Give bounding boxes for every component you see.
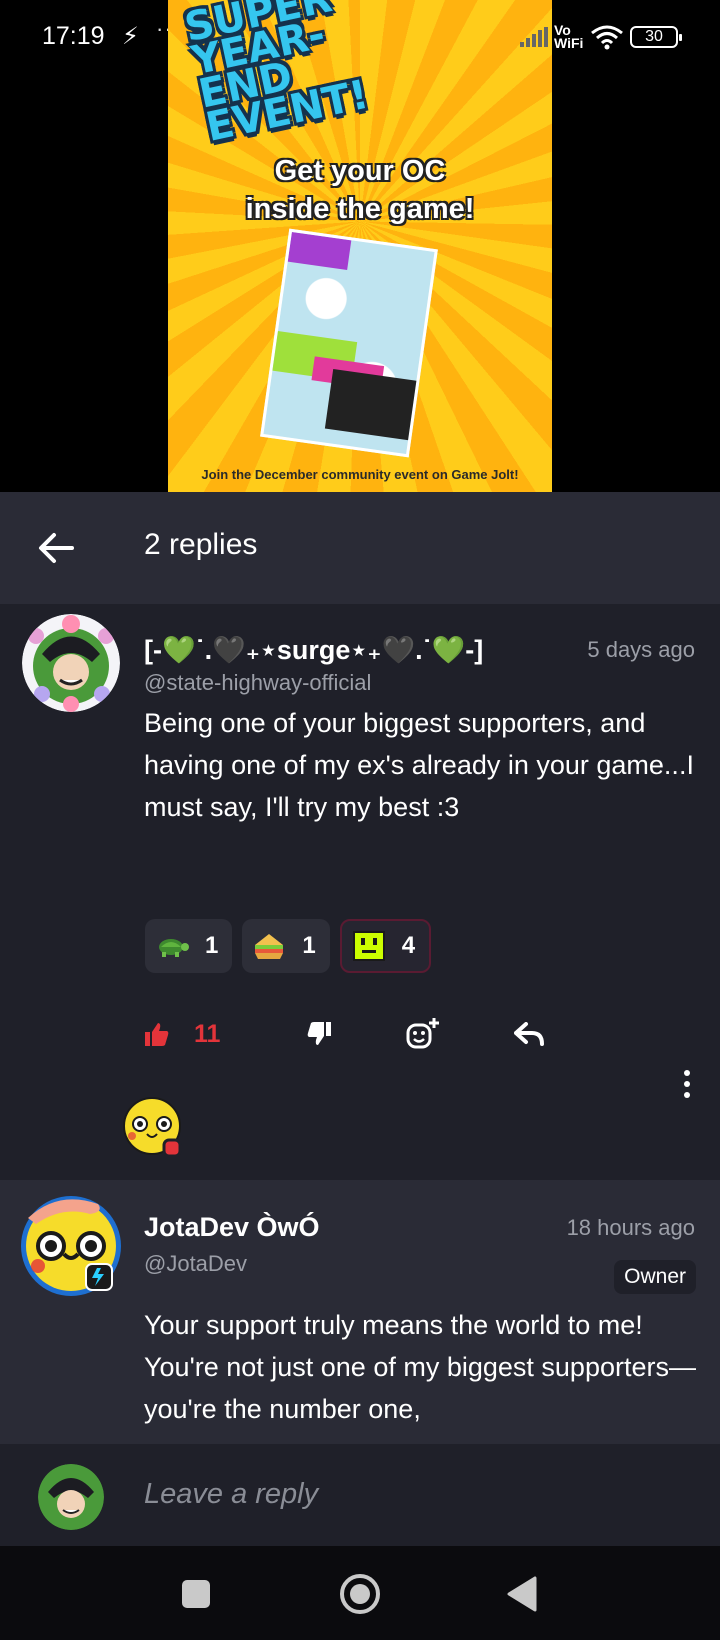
more-dot <box>684 1081 690 1087</box>
reactions-row: 1 1 4 <box>145 919 432 973</box>
banner-subtitle-line1: Get your OC <box>274 155 446 187</box>
thumbs-down-icon <box>307 1022 331 1045</box>
reply-input[interactable] <box>144 1472 684 1516</box>
event-banner-image[interactable]: SUPER YEAR-END EVENT! Get your OC inside… <box>168 0 552 492</box>
reply-time: 18 hours ago <box>566 1215 695 1240</box>
comment-time: 5 days ago <box>587 637 695 662</box>
reply-arrow-icon <box>514 1022 544 1046</box>
status-indicators: Vo WiFi 30 <box>520 20 682 54</box>
dislike-button[interactable] <box>306 1009 332 1059</box>
reply-author-avatar[interactable] <box>18 1190 124 1296</box>
banner-footer: Join the December community event on Gam… <box>201 467 519 482</box>
owner-badge: Owner <box>614 1260 696 1294</box>
current-user-avatar[interactable] <box>38 1464 104 1530</box>
vowifi-label: Vo WiFi <box>554 22 584 51</box>
commenter-avatar[interactable] <box>22 614 120 712</box>
reply-button[interactable] <box>514 1009 544 1059</box>
sandwich-icon <box>252 931 286 961</box>
like-button[interactable]: 11 <box>144 1009 220 1059</box>
banner-title: SUPER YEAR-END EVENT! <box>180 0 373 151</box>
game-screenshot-art <box>260 228 438 458</box>
signal-icon <box>520 27 548 47</box>
like-count: 11 <box>194 1019 221 1048</box>
turtle-icon <box>155 931 189 961</box>
status-time: 17:19 <box>42 22 105 50</box>
square-icon <box>182 1580 210 1608</box>
comment-actions: 11 <box>144 1009 704 1059</box>
reaction-pixel-face[interactable]: 4 <box>339 919 432 973</box>
back-button[interactable] <box>30 522 82 574</box>
page-title: 2 replies <box>144 528 258 561</box>
reaction-count: 1 <box>205 932 219 959</box>
reply-author-name[interactable]: JotaDev ÒwÓ <box>144 1212 320 1243</box>
reaction-sandwich[interactable]: 1 <box>242 919 330 973</box>
battery-icon: 30 <box>630 26 682 48</box>
comment-thread: [-💚˙.🖤₊⋆surge⋆₊🖤.˙💚-] 5 days ago @state-… <box>0 604 720 1444</box>
pixel-face-icon <box>352 931 386 961</box>
add-reaction-button[interactable] <box>406 1009 440 1059</box>
banner-subtitle: Get your OC inside the game! <box>168 152 552 228</box>
reaction-count: 4 <box>401 932 416 959</box>
back-nav-button[interactable] <box>494 1566 550 1622</box>
recents-button[interactable] <box>168 1566 224 1622</box>
reaction-turtle[interactable]: 1 <box>145 919 233 973</box>
reply-author-handle[interactable]: @JotaDev <box>144 1251 247 1277</box>
comment-text: Being one of your biggest supporters, an… <box>144 708 694 822</box>
wifi-icon <box>591 25 623 50</box>
triangle-back-icon <box>507 1576 537 1612</box>
arrow-left-icon <box>39 533 74 563</box>
more-dot <box>684 1070 690 1076</box>
add-reaction-icon <box>406 1018 439 1049</box>
reaction-count: 1 <box>302 932 316 959</box>
home-button[interactable] <box>332 1566 388 1622</box>
more-options-button[interactable] <box>672 1064 702 1104</box>
charging-flash-icon: ⚡ <box>122 23 139 50</box>
media-area: 17:19 ⚡ ··· SUPER YEAR-END EVENT! Get yo… <box>0 0 720 492</box>
commenter-name[interactable]: [-💚˙.🖤₊⋆surge⋆₊🖤.˙💚-] <box>144 634 483 666</box>
reply-bar <box>0 1444 720 1546</box>
system-nav-bar <box>0 1546 720 1640</box>
author-liked-avatar[interactable] <box>122 1096 188 1162</box>
banner-subtitle-line2: inside the game! <box>245 193 475 225</box>
replies-header: 2 replies <box>0 492 720 604</box>
reply-card: JotaDev ÒwÓ 18 hours ago @JotaDev Owner … <box>0 1180 720 1444</box>
commenter-handle[interactable]: @state-highway-official <box>144 670 371 696</box>
home-circle-icon <box>340 1574 380 1614</box>
thumbs-up-icon <box>145 1023 169 1046</box>
reply-text: Your support truly means the world to me… <box>144 1310 696 1424</box>
more-dot <box>684 1092 690 1098</box>
